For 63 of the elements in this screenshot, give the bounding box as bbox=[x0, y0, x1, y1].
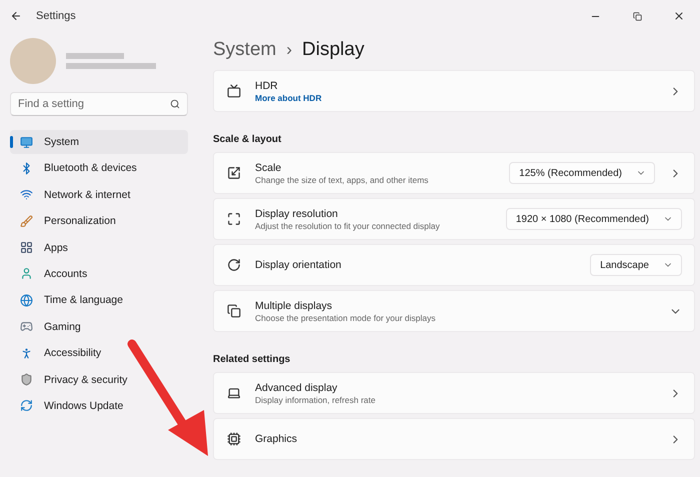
dropdown[interactable]: 125% (Recommended) bbox=[509, 162, 655, 184]
close-icon[interactable] bbox=[673, 10, 685, 22]
nav-item[interactable]: Privacy & security bbox=[10, 368, 188, 392]
chip-icon bbox=[227, 432, 241, 446]
nav-item[interactable]: Apps bbox=[10, 236, 188, 260]
nav-item[interactable]: Windows Update bbox=[10, 394, 188, 418]
resize-icon bbox=[227, 212, 241, 226]
breadcrumb-link[interactable]: System bbox=[213, 39, 276, 61]
dropdown[interactable]: Landscape bbox=[590, 254, 682, 276]
nav-item[interactable]: Accounts bbox=[10, 262, 188, 286]
row-title: Multiple displays bbox=[255, 300, 334, 312]
row-title: Scale bbox=[255, 162, 282, 174]
globe-icon bbox=[20, 294, 33, 307]
settings-row[interactable]: Graphics bbox=[213, 418, 695, 460]
user-icon bbox=[20, 267, 33, 280]
nav-item[interactable]: System bbox=[10, 130, 188, 154]
row-title: Graphics bbox=[255, 433, 298, 445]
blurred-name bbox=[66, 53, 124, 59]
breadcrumb-separator: › bbox=[286, 40, 292, 60]
settings-row[interactable]: Multiple displays Choose the presentation mode for your displays bbox=[213, 290, 695, 332]
row-description: Display information, refresh rate bbox=[255, 394, 376, 404]
screen-icon bbox=[227, 84, 241, 98]
row-title: Advanced display bbox=[255, 382, 338, 394]
bluetooth-icon bbox=[20, 162, 33, 175]
settings-row[interactable]: HDR More about HDR bbox=[213, 70, 695, 112]
row-description: Change the size of text, apps, and other items bbox=[255, 174, 430, 184]
settings-row[interactable]: Scale Change the size of text, apps, and other items 125% (Recommended) bbox=[213, 152, 695, 194]
nav-item[interactable]: Personalization bbox=[10, 209, 188, 234]
nav-item[interactable]: Gaming bbox=[10, 314, 188, 339]
nav-item[interactable]: Bluetooth & devices bbox=[10, 156, 188, 180]
row-description: Adjust the resolution to fit your connected display bbox=[255, 220, 441, 230]
section-heading: Scale & layout bbox=[213, 134, 282, 145]
row-description: Choose the presentation mode for your displays bbox=[255, 312, 436, 322]
back-icon[interactable] bbox=[10, 10, 22, 22]
gamepad-icon bbox=[20, 320, 33, 334]
refresh-icon bbox=[20, 399, 33, 412]
search-icon bbox=[170, 99, 180, 109]
laptop-icon bbox=[227, 386, 241, 400]
settings-row[interactable]: Advanced display Display information, refresh rate bbox=[213, 372, 695, 414]
grid-icon bbox=[20, 241, 33, 254]
monitor-icon bbox=[20, 136, 33, 148]
brush-icon bbox=[20, 214, 33, 228]
nav-item[interactable]: Network & internet bbox=[10, 182, 188, 207]
window-title: Settings bbox=[36, 10, 76, 22]
copy-icon bbox=[227, 304, 241, 318]
shield-icon bbox=[20, 373, 33, 386]
section-heading: Related settings bbox=[213, 354, 292, 365]
row-title: Display resolution bbox=[255, 208, 339, 220]
dropdown[interactable]: 1920 × 1080 (Recommended) bbox=[506, 208, 682, 230]
avatar bbox=[10, 38, 56, 84]
nav-item[interactable]: Accessibility bbox=[10, 341, 188, 366]
row-link[interactable]: More about HDR bbox=[255, 92, 655, 102]
search-field[interactable]: Find a setting bbox=[10, 92, 188, 116]
scale-icon bbox=[227, 166, 241, 180]
restore-icon[interactable] bbox=[632, 12, 642, 20]
page-title: Display bbox=[302, 39, 364, 61]
row-title: HDR bbox=[255, 80, 279, 92]
person-icon bbox=[20, 346, 33, 360]
nav-item[interactable]: Time & language bbox=[10, 288, 188, 312]
settings-row[interactable]: Display orientation Landscape bbox=[213, 244, 695, 286]
rotate-icon bbox=[227, 258, 241, 272]
row-title: Display orientation bbox=[255, 259, 342, 271]
settings-row[interactable]: Display resolution Adjust the resolution to fit your connected display 1920 × 1080 (Recommended) bbox=[213, 198, 695, 240]
